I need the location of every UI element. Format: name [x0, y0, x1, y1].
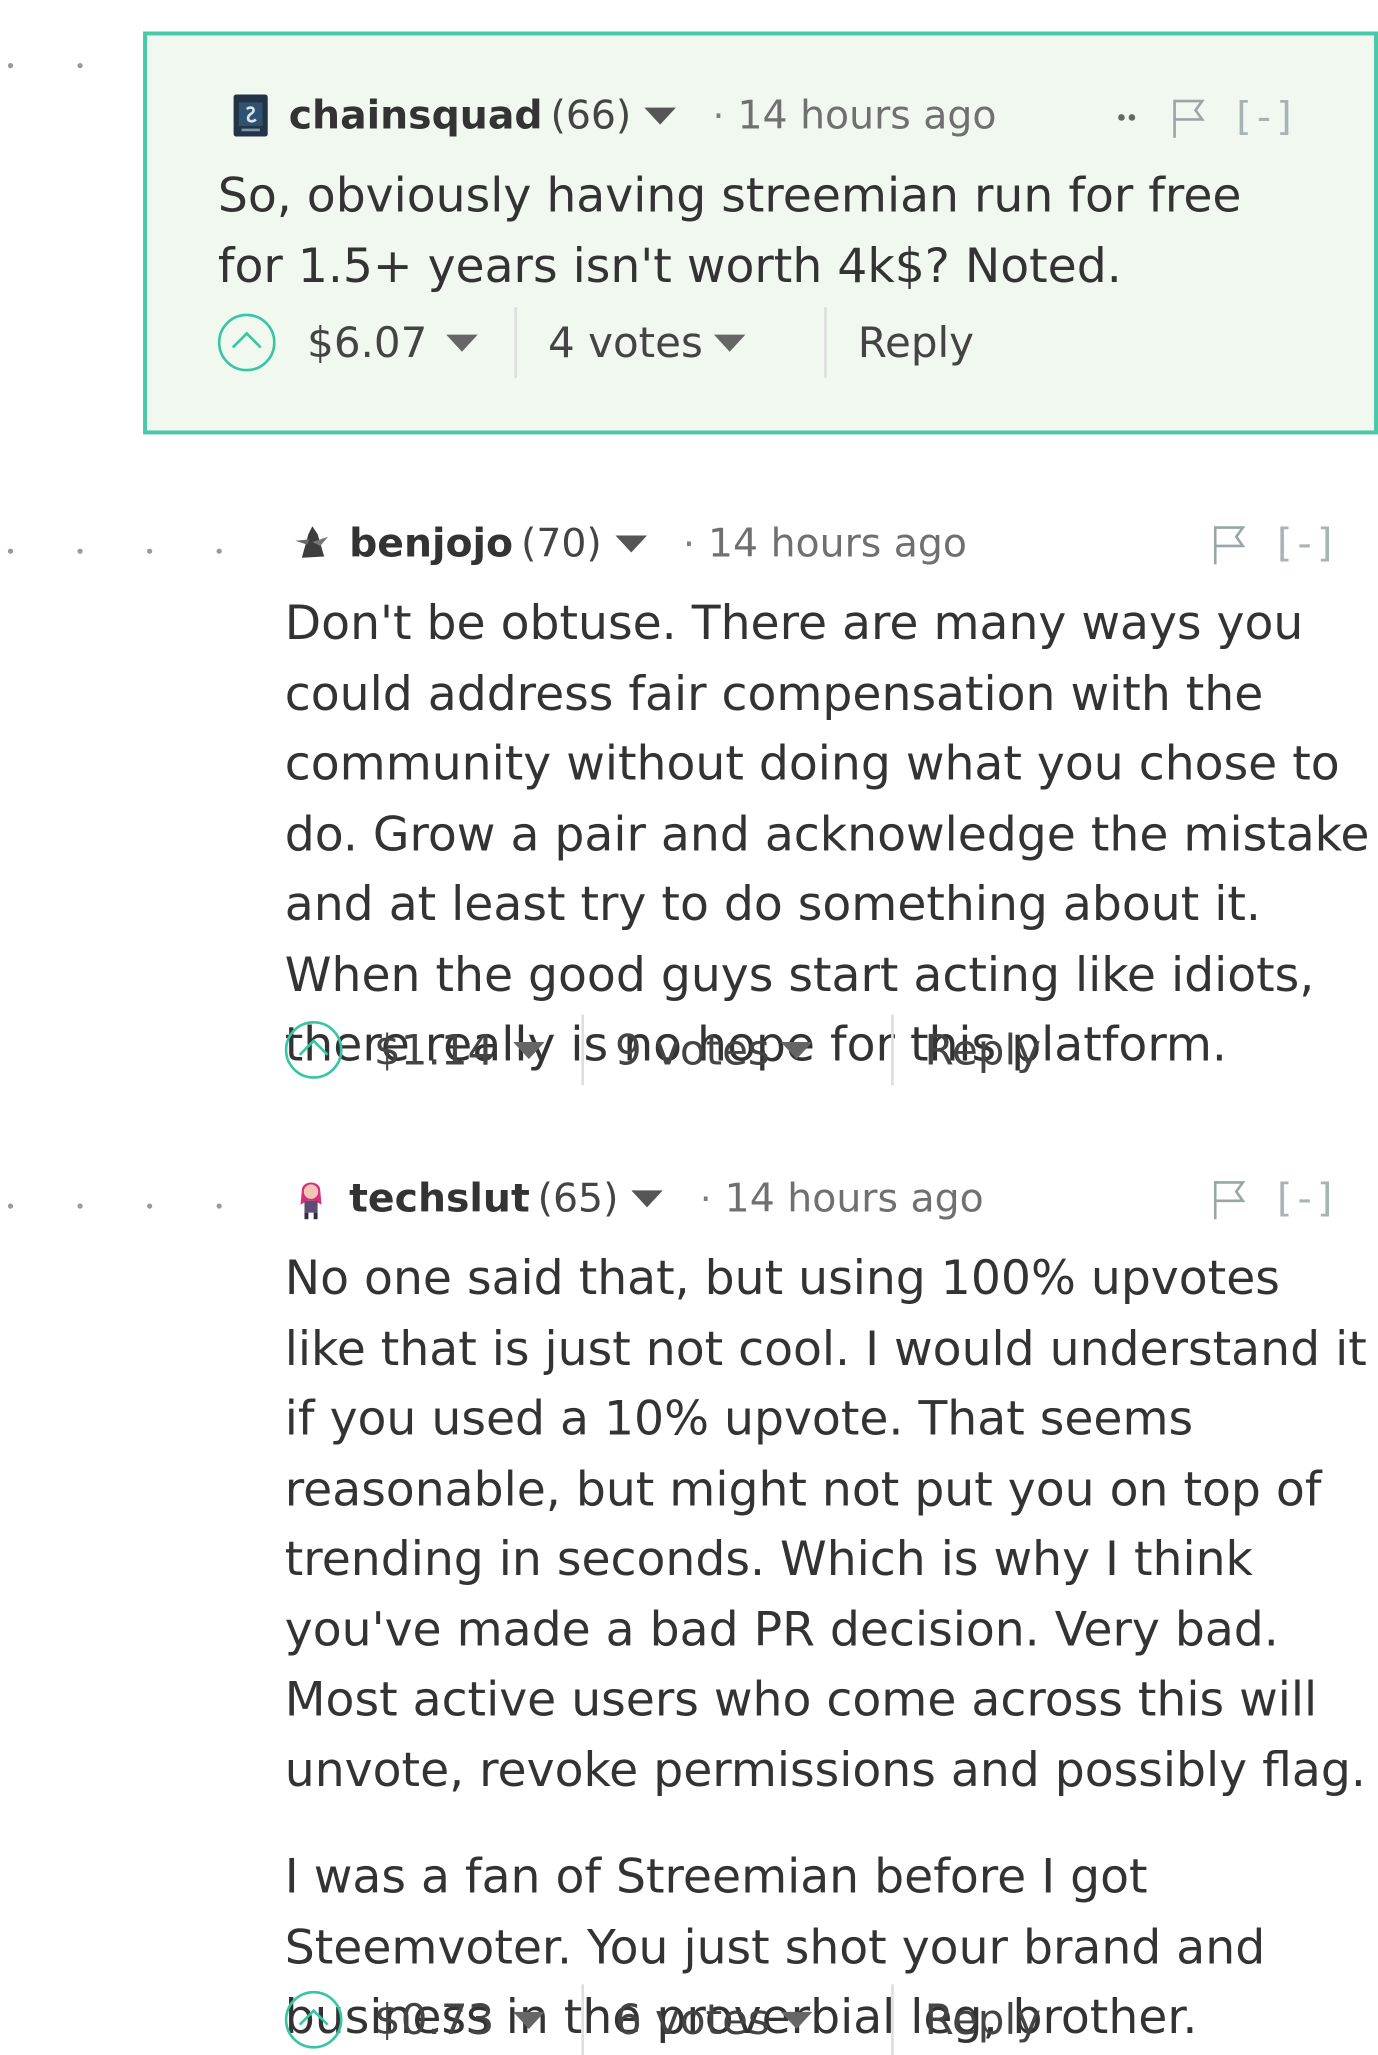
comment-header: chainsquad (66) · 14 hours ago — [228, 87, 997, 145]
flag-icon[interactable] — [1211, 523, 1248, 565]
chainsquad-avatar-icon[interactable] — [228, 93, 273, 138]
collapse-toggle[interactable]: [-] — [1277, 1176, 1338, 1222]
payout-dropdown-icon[interactable] — [512, 1041, 545, 1059]
comment-footer: $1.14 9 votes Reply — [284, 1014, 1041, 1086]
vote-count[interactable]: 9 votes — [615, 1025, 770, 1075]
comment-tools: [-] — [1211, 521, 1337, 567]
footer-divider — [823, 307, 827, 378]
author-menu-chevron-icon[interactable] — [614, 534, 647, 552]
footer-divider — [890, 1014, 894, 1086]
author-menu-chevron-icon[interactable] — [631, 1189, 664, 1207]
comment-time[interactable]: 14 hours ago — [737, 93, 996, 139]
flag-icon[interactable] — [1171, 96, 1208, 138]
comment-header: benjojo (70) · 14 hours ago — [289, 514, 967, 572]
comment-author[interactable]: benjojo — [349, 520, 513, 566]
flag-icon[interactable] — [1211, 1178, 1248, 1220]
thread-depth-dots-1 — [7, 59, 153, 76]
depth-dot — [77, 1203, 83, 1209]
payout-value[interactable]: $1.14 — [374, 1025, 494, 1075]
payout-dropdown-icon[interactable] — [445, 334, 478, 352]
comment-time[interactable]: 14 hours ago — [725, 1175, 984, 1221]
time-separator: · — [683, 521, 695, 565]
reply-button[interactable]: Reply — [925, 1995, 1041, 2045]
depth-dot — [7, 1203, 14, 1209]
benjojo-avatar-icon[interactable] — [289, 521, 334, 566]
collapse-toggle[interactable]: [-] — [1236, 94, 1297, 140]
more-options-icon[interactable] — [1118, 111, 1142, 124]
reply-button[interactable]: Reply — [858, 318, 974, 368]
vote-count[interactable]: 6 votes — [615, 1995, 770, 2045]
comment-header: techslut (65) · 14 hours ago — [289, 1169, 984, 1227]
payout-value[interactable]: $0.73 — [374, 1995, 494, 2045]
time-separator: · — [712, 93, 725, 138]
votes-dropdown-icon[interactable] — [780, 1041, 812, 1059]
author-menu-chevron-icon[interactable] — [644, 106, 676, 125]
comment-tools: [-] — [1118, 94, 1297, 140]
payout-dropdown-icon[interactable] — [512, 2011, 545, 2029]
thread-depth-dots-2 — [7, 548, 231, 562]
footer-divider — [890, 1984, 894, 2055]
comment-author[interactable]: chainsquad — [289, 93, 543, 139]
depth-dot — [216, 548, 222, 554]
comment-footer: $0.73 6 votes Reply — [284, 1984, 1041, 2055]
thread-depth-dots-3 — [7, 1203, 231, 1216]
comment-author[interactable]: techslut — [349, 1175, 530, 1221]
collapse-toggle[interactable]: [-] — [1277, 521, 1338, 567]
depth-dot — [146, 548, 153, 554]
reply-button[interactable]: Reply — [925, 1025, 1041, 1075]
footer-divider — [513, 307, 517, 378]
comment-tools: [-] — [1211, 1176, 1337, 1222]
author-reputation: (70) — [520, 520, 602, 567]
payout-value[interactable]: $6.07 — [307, 318, 427, 368]
comment-paragraph: Don't be obtuse. There are many ways you… — [284, 597, 1370, 1073]
depth-dot — [77, 62, 83, 69]
upvote-chevron-icon[interactable] — [284, 1990, 343, 2049]
footer-divider — [580, 1014, 584, 1086]
depth-dot — [146, 1203, 153, 1209]
depth-dot — [7, 62, 14, 69]
upvote-chevron-icon[interactable] — [284, 1021, 343, 1079]
comment-footer: $6.07 4 votes Reply — [217, 307, 974, 378]
techslut-avatar-icon[interactable] — [289, 1176, 334, 1221]
depth-dot — [216, 1203, 222, 1209]
vote-count[interactable]: 4 votes — [548, 318, 703, 368]
comment-time[interactable]: 14 hours ago — [708, 520, 967, 566]
author-reputation: (66) — [550, 92, 632, 139]
comment-thread: chainsquad (66) · 14 hours ago [-] So, o… — [0, 0, 1378, 2055]
time-separator: · — [699, 1176, 712, 1220]
upvote-chevron-icon[interactable] — [217, 313, 276, 372]
comment-body: Don't be obtuse. There are many ways you… — [285, 589, 1374, 1080]
comment-body: So, obviously having streemian run for f… — [218, 161, 1281, 301]
comment-paragraph: No one said that, but using 100% upvotes… — [284, 1252, 1367, 1798]
comment-paragraph: So, obviously having streemian run for f… — [217, 169, 1242, 294]
depth-dot — [7, 548, 14, 554]
footer-divider — [580, 1984, 584, 2055]
votes-dropdown-icon[interactable] — [713, 334, 745, 352]
author-reputation: (65) — [537, 1175, 619, 1222]
depth-dot — [77, 548, 83, 554]
comment-body: No one said that, but using 100% upvotes… — [285, 1244, 1374, 2053]
votes-dropdown-icon[interactable] — [780, 2011, 812, 2029]
